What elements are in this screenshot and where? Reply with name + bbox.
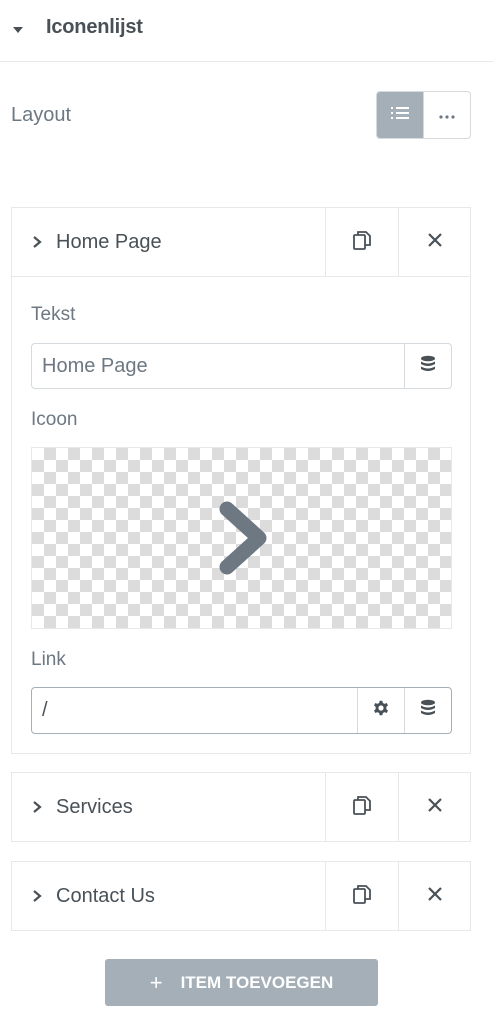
dynamic-tags-button[interactable] (404, 688, 451, 733)
text-field (31, 343, 452, 389)
copy-icon (353, 795, 371, 820)
chevron-right-icon (219, 501, 267, 575)
copy-icon (353, 230, 371, 255)
close-icon (427, 797, 443, 818)
database-icon (420, 699, 436, 722)
icon-field-label: Icoon (31, 409, 78, 430)
remove-button[interactable] (398, 208, 470, 276)
duplicate-button[interactable] (325, 773, 398, 841)
section-title: Iconenlijst (46, 16, 143, 38)
plus-icon: + (149, 969, 163, 995)
repeater-item-title: Home Page (56, 230, 162, 253)
link-input[interactable] (32, 688, 357, 733)
gear-icon (372, 699, 390, 722)
dynamic-tags-button[interactable] (404, 344, 451, 388)
add-item-button[interactable]: + ITEM TOEVOEGEN (105, 959, 378, 1006)
link-field-label: Link (31, 649, 66, 670)
repeater-item-title-toggle[interactable]: Contact Us (12, 862, 325, 930)
link-field (31, 687, 452, 734)
repeater-item-title-toggle[interactable]: Home Page (12, 208, 325, 276)
layout-list-button[interactable] (377, 92, 424, 138)
list-icon (391, 106, 410, 125)
duplicate-button[interactable] (325, 208, 398, 276)
close-icon (427, 232, 443, 253)
text-field-label: Tekst (31, 304, 76, 325)
section-header[interactable]: Iconenlijst (0, 0, 493, 62)
layout-label: Layout (11, 104, 72, 126)
layout-inline-button[interactable] (423, 92, 470, 138)
database-icon (420, 355, 436, 378)
chevron-right-icon (30, 235, 44, 249)
close-icon (427, 886, 443, 907)
repeater-item-contact-us: Contact Us (11, 861, 471, 931)
repeater-item-services: Services (11, 772, 471, 842)
repeater-item-title: Services (56, 795, 133, 818)
link-options-button[interactable] (357, 688, 404, 733)
copy-icon (353, 884, 371, 909)
chevron-right-icon (30, 800, 44, 814)
icon-picker-preview[interactable] (31, 447, 452, 629)
repeater-item-fields: Tekst Icoon Link (11, 276, 471, 754)
repeater-item-title: Contact Us (56, 884, 155, 907)
remove-button[interactable] (398, 862, 470, 930)
layout-choice-group (376, 91, 471, 139)
duplicate-button[interactable] (325, 862, 398, 930)
chevron-right-icon (30, 889, 44, 903)
ellipsis-icon (439, 106, 455, 124)
text-input[interactable] (32, 344, 404, 388)
repeater-item-home-page: Home Page (11, 207, 471, 277)
remove-button[interactable] (398, 773, 470, 841)
caret-down-icon (11, 23, 25, 37)
repeater-item-title-toggle[interactable]: Services (12, 773, 325, 841)
add-item-label: ITEM TOEVOEGEN (180, 972, 334, 992)
